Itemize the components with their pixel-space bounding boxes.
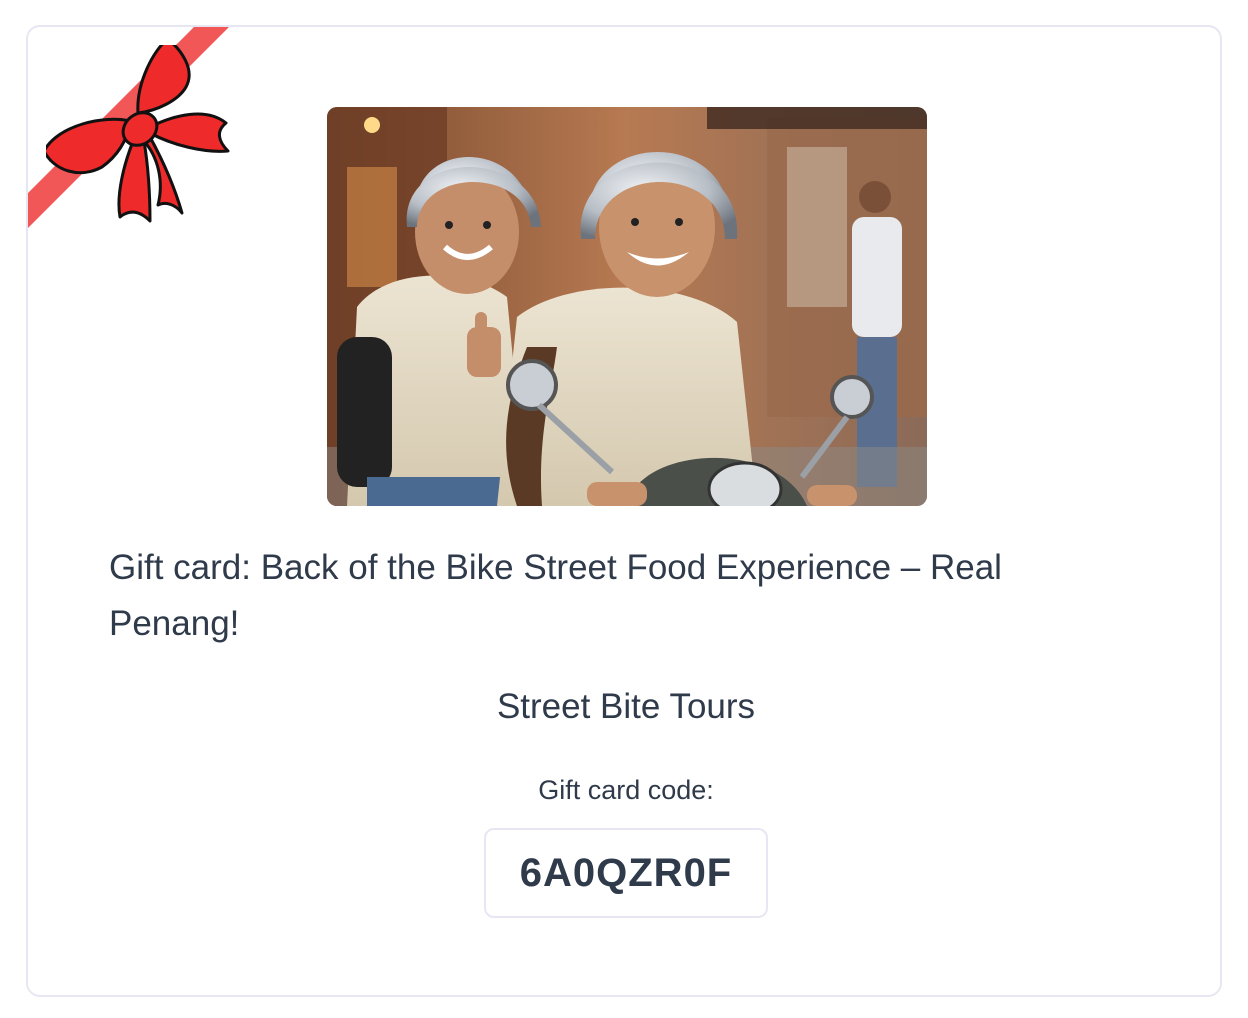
gift-card-title: Gift card: Back of the Bike Street Food … <box>109 548 1002 643</box>
gift-bow-icon <box>46 45 230 223</box>
gift-card-code-label: Gift card code: <box>538 775 714 805</box>
gift-card: Gift card: Back of the Bike Street Food … <box>26 25 1222 997</box>
gift-card-code[interactable]: 6A0QZR0F <box>484 828 768 918</box>
vendor-name: Street Bite Tours <box>496 687 756 726</box>
riders-photo <box>327 107 927 506</box>
experience-photo <box>327 107 927 506</box>
